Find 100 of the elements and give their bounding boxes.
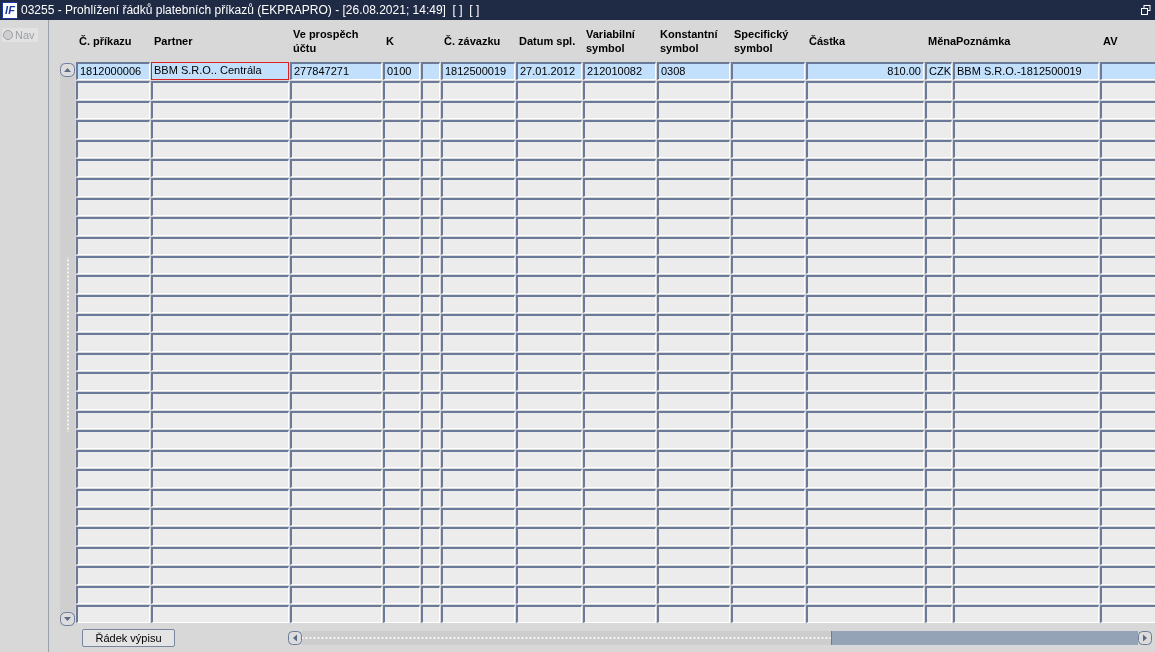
table-cell[interactable]: [76, 430, 150, 449]
table-cell[interactable]: [925, 217, 952, 236]
table-cell[interactable]: [1100, 604, 1155, 624]
table-cell[interactable]: [441, 508, 515, 527]
table-cell[interactable]: [806, 275, 924, 294]
table-cell[interactable]: [516, 120, 582, 139]
table-cell[interactable]: [1100, 62, 1155, 81]
table-cell[interactable]: [151, 566, 289, 585]
table-cell[interactable]: [657, 391, 730, 411]
table-cell[interactable]: [383, 604, 420, 624]
table-cell[interactable]: [383, 255, 420, 275]
table-cell[interactable]: [925, 158, 952, 178]
table-cell[interactable]: [583, 372, 656, 391]
table-cell[interactable]: [657, 352, 730, 372]
table-cell[interactable]: [583, 197, 656, 217]
table-cell[interactable]: [151, 314, 289, 333]
table-cell[interactable]: [953, 527, 1099, 546]
table-cell[interactable]: [731, 449, 805, 469]
table-cell[interactable]: [290, 120, 382, 139]
table-cell[interactable]: [953, 255, 1099, 275]
table-cell[interactable]: [953, 411, 1099, 430]
table-cell[interactable]: [806, 178, 924, 197]
table-cell[interactable]: [806, 352, 924, 372]
table-cell[interactable]: [151, 488, 289, 507]
table-cell[interactable]: [421, 391, 440, 411]
table-cell[interactable]: [441, 352, 515, 372]
table-cell[interactable]: [657, 585, 730, 604]
table-cell[interactable]: [1100, 527, 1155, 546]
table-cell[interactable]: [1100, 100, 1155, 120]
table-cell[interactable]: [151, 81, 289, 100]
table-cell[interactable]: [731, 139, 805, 158]
table-cell[interactable]: [151, 449, 289, 469]
table-cell[interactable]: [421, 449, 440, 469]
table-cell[interactable]: [290, 430, 382, 449]
table-cell[interactable]: [583, 391, 656, 411]
table-cell[interactable]: [731, 527, 805, 546]
table-cell[interactable]: [806, 372, 924, 391]
table-cell[interactable]: [421, 100, 440, 120]
table-cell[interactable]: [383, 100, 420, 120]
table-cell[interactable]: [421, 411, 440, 430]
table-cell[interactable]: [1100, 236, 1155, 255]
table-cell[interactable]: [516, 217, 582, 236]
table-cell[interactable]: [583, 255, 656, 275]
table-cell[interactable]: [1100, 391, 1155, 411]
table-cell[interactable]: [421, 314, 440, 333]
table-cell[interactable]: [806, 333, 924, 352]
table-cell[interactable]: [76, 566, 150, 585]
table-cell[interactable]: [383, 352, 420, 372]
table-cell[interactable]: [1100, 546, 1155, 566]
table-cell[interactable]: [516, 527, 582, 546]
table-cell[interactable]: [383, 236, 420, 255]
table-cell[interactable]: [953, 100, 1099, 120]
table-cell[interactable]: [76, 585, 150, 604]
table-cell[interactable]: 0308: [657, 62, 730, 81]
table-cell[interactable]: [1100, 430, 1155, 449]
table-cell[interactable]: [657, 217, 730, 236]
table-cell[interactable]: [76, 488, 150, 507]
table-cell[interactable]: [657, 178, 730, 197]
table-cell[interactable]: [76, 294, 150, 314]
table-cell[interactable]: [441, 604, 515, 624]
table-cell[interactable]: [1100, 158, 1155, 178]
table-cell[interactable]: [441, 255, 515, 275]
table-cell[interactable]: [1100, 81, 1155, 100]
table-cell[interactable]: [76, 469, 150, 488]
table-cell[interactable]: [421, 158, 440, 178]
table-cell[interactable]: [383, 294, 420, 314]
table-cell[interactable]: [421, 333, 440, 352]
table-cell[interactable]: [925, 333, 952, 352]
table-cell[interactable]: [953, 449, 1099, 469]
table-cell[interactable]: [421, 139, 440, 158]
table-cell[interactable]: [151, 508, 289, 527]
table-cell[interactable]: [1100, 508, 1155, 527]
table-cell[interactable]: [583, 81, 656, 100]
table-cell[interactable]: [657, 411, 730, 430]
table-cell[interactable]: 1812000006: [76, 62, 150, 81]
table-cell[interactable]: [1100, 314, 1155, 333]
scroll-down-icon[interactable]: [60, 612, 75, 626]
table-cell[interactable]: [953, 604, 1099, 624]
table-cell[interactable]: [421, 508, 440, 527]
table-cell[interactable]: [925, 585, 952, 604]
table-cell[interactable]: [76, 197, 150, 217]
table-cell[interactable]: [657, 314, 730, 333]
table-cell[interactable]: [657, 488, 730, 507]
table-cell[interactable]: [731, 488, 805, 507]
table-cell[interactable]: [1100, 372, 1155, 391]
table-cell[interactable]: [925, 449, 952, 469]
table-cell[interactable]: [657, 294, 730, 314]
table-cell[interactable]: [516, 314, 582, 333]
table-cell[interactable]: [290, 527, 382, 546]
table-cell[interactable]: [953, 81, 1099, 100]
table-cell[interactable]: [290, 139, 382, 158]
table-cell[interactable]: [421, 255, 440, 275]
table-cell[interactable]: [383, 139, 420, 158]
table-cell[interactable]: [441, 139, 515, 158]
table-cell[interactable]: [383, 430, 420, 449]
table-cell[interactable]: [76, 352, 150, 372]
table-cell[interactable]: [516, 197, 582, 217]
table-cell[interactable]: [383, 158, 420, 178]
table-cell[interactable]: [516, 178, 582, 197]
table-cell[interactable]: [151, 197, 289, 217]
